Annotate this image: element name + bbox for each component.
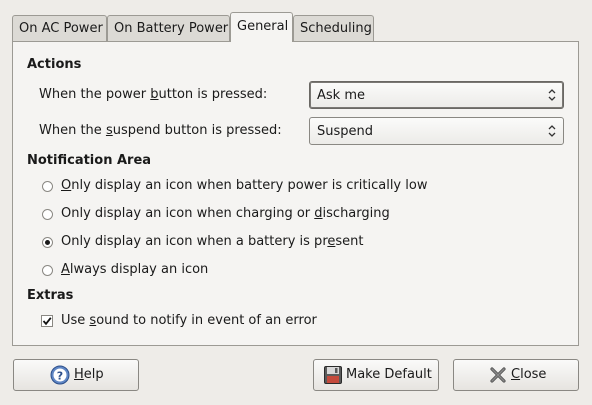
notification-area-heading: Notification Area bbox=[27, 153, 152, 168]
suspend-button-label: When the suspend button is pressed: bbox=[39, 123, 282, 138]
power-button-action-select[interactable]: Ask me bbox=[309, 81, 564, 109]
radio-charging-discharging[interactable] bbox=[42, 209, 53, 220]
close-button[interactable]: Close bbox=[453, 359, 579, 391]
power-button-action-value: Ask me bbox=[317, 88, 365, 103]
make-default-button[interactable]: Make Default bbox=[313, 359, 439, 391]
option-battery-present-label[interactable]: Only display an icon when a battery is p… bbox=[61, 234, 363, 249]
option-always-display-label[interactable]: Always display an icon bbox=[61, 262, 208, 277]
close-button-label: Close bbox=[511, 367, 547, 382]
tab-on-battery-power[interactable]: On Battery Power bbox=[107, 15, 230, 41]
tab-on-ac-power[interactable]: On AC Power bbox=[12, 15, 107, 41]
svg-text:?: ? bbox=[57, 370, 63, 383]
general-tab-panel: Actions When the power button is pressed… bbox=[12, 41, 579, 346]
tab-label: General bbox=[237, 19, 289, 34]
use-sound-checkbox[interactable] bbox=[41, 315, 53, 327]
help-button-label: Help bbox=[74, 367, 104, 382]
tab-label: On Battery Power bbox=[114, 21, 229, 36]
help-icon: ? bbox=[50, 365, 70, 385]
save-disk-icon bbox=[324, 366, 342, 384]
radio-always-display[interactable] bbox=[42, 265, 53, 276]
option-critically-low-label[interactable]: Only display an icon when battery power … bbox=[61, 178, 427, 193]
tab-scheduling[interactable]: Scheduling bbox=[293, 15, 374, 41]
up-down-arrows-icon bbox=[548, 125, 556, 137]
suspend-button-action-value: Suspend bbox=[317, 124, 374, 139]
radio-battery-present[interactable] bbox=[42, 237, 53, 248]
tab-general[interactable]: General bbox=[230, 12, 293, 42]
power-button-label: When the power button is pressed: bbox=[39, 87, 268, 102]
actions-heading: Actions bbox=[27, 57, 82, 72]
checkmark-icon bbox=[42, 317, 52, 326]
option-charging-discharging-label[interactable]: Only display an icon when charging or di… bbox=[61, 206, 390, 221]
make-default-button-label: Make Default bbox=[346, 367, 432, 382]
tab-label: Scheduling bbox=[300, 21, 372, 36]
tab-label: On AC Power bbox=[19, 21, 103, 36]
extras-heading: Extras bbox=[27, 288, 74, 303]
use-sound-label[interactable]: Use sound to notify in event of an error bbox=[61, 313, 317, 328]
suspend-button-action-select[interactable]: Suspend bbox=[309, 117, 564, 145]
close-x-icon bbox=[490, 367, 506, 383]
up-down-arrows-icon bbox=[548, 89, 556, 101]
help-button[interactable]: ? Help bbox=[13, 359, 139, 391]
radio-critically-low[interactable] bbox=[42, 181, 53, 192]
